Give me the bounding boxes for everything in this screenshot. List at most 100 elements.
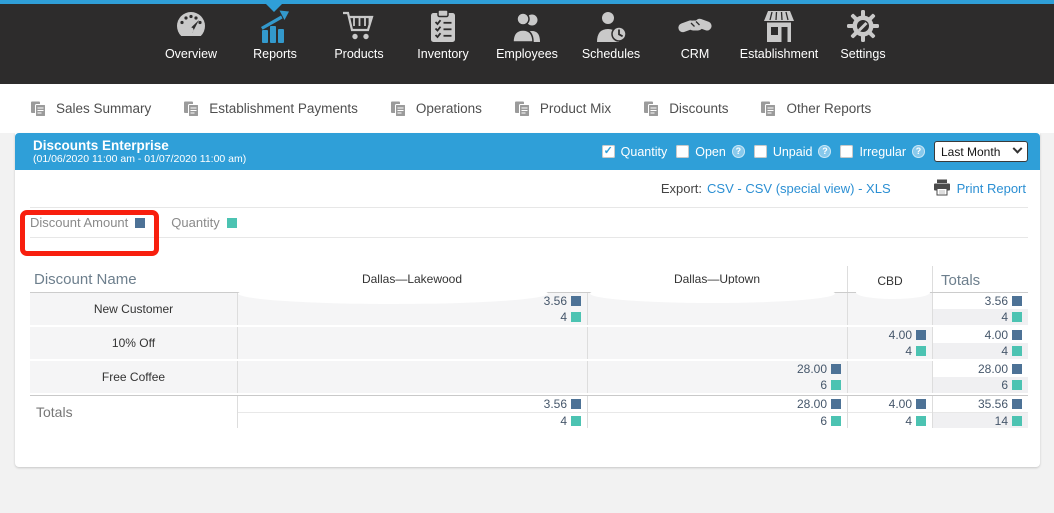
quantity-marker — [1012, 380, 1022, 390]
quantity-swatch — [226, 217, 237, 228]
cart-icon — [341, 8, 377, 44]
discount-amount-marker — [916, 330, 926, 340]
table-cell: 28.00 6 — [587, 396, 847, 428]
nav-label: Products — [334, 47, 384, 61]
gauge-icon — [174, 8, 208, 44]
row-label: Free Coffee — [30, 361, 237, 393]
unpaid-help-icon[interactable]: ? — [818, 145, 832, 158]
discount-amount-marker — [916, 399, 926, 409]
nav-label: Inventory — [417, 47, 469, 61]
period-select-value: Last Month — [941, 144, 1001, 159]
discounts-report-panel: Discounts Enterprise (01/06/2020 11:00 a… — [15, 133, 1040, 467]
legend: Discount Amount Quantity — [15, 208, 1040, 237]
nav-label: Employees — [496, 47, 558, 61]
subnav-item-other-reports[interactable]: Other Reports — [760, 101, 871, 117]
report-pages-icon — [390, 101, 407, 117]
handshake-icon — [676, 8, 714, 44]
discount-amount-marker — [1012, 364, 1022, 374]
discount-amount-marker — [1012, 330, 1022, 340]
legend-quantity[interactable]: Quantity — [171, 215, 237, 230]
subnav-item-operations[interactable]: Operations — [390, 101, 482, 117]
decorative-wave — [590, 284, 835, 303]
nav-label: Settings — [840, 47, 886, 61]
legend-discount-amount[interactable]: Discount Amount — [30, 215, 146, 230]
nav-label: Reports — [253, 47, 297, 61]
table-row: 10% Off 4.00 4 4.00 4 — [30, 327, 1028, 359]
open-checkbox-label: Open — [695, 144, 726, 159]
report-pages-icon — [30, 101, 47, 117]
quantity-marker — [831, 416, 841, 426]
nav-item-crm[interactable]: CRM — [653, 8, 737, 61]
nav-item-overview[interactable]: Overview — [149, 8, 233, 61]
nav-label: Establishment — [739, 47, 819, 61]
table-cell: 35.56 14 — [932, 396, 1028, 428]
open-help-icon[interactable]: ? — [731, 145, 745, 158]
column-header-totals: Totals — [932, 266, 1028, 292]
table-cell: 3.56 4 — [932, 293, 1028, 325]
subnav-item-sales-summary[interactable]: Sales Summary — [30, 101, 151, 117]
irregular-checkbox[interactable] — [840, 145, 854, 158]
report-title: Discounts Enterprise — [33, 138, 169, 153]
irregular-checkbox-label: Irregular — [859, 144, 906, 159]
printer-icon — [933, 179, 951, 199]
subnav-item-product-mix[interactable]: Product Mix — [514, 101, 611, 117]
table-cell — [847, 361, 932, 393]
quantity-checkbox[interactable]: ✓ — [601, 145, 615, 158]
quantity-checkbox-label: Quantity — [620, 144, 668, 159]
irregular-help-icon[interactable]: ? — [912, 145, 925, 158]
print-report-label: Print Report — [956, 181, 1026, 196]
gear-icon — [846, 8, 880, 44]
open-checkbox[interactable] — [676, 145, 690, 158]
export-xls-link[interactable]: XLS — [866, 181, 891, 196]
people-icon — [510, 8, 544, 44]
nav-item-inventory[interactable]: Inventory — [401, 8, 485, 61]
table-cell: 3.56 4 — [237, 396, 587, 428]
row-label: 10% Off — [30, 327, 237, 359]
nav-item-establishment[interactable]: Establishment — [737, 8, 821, 61]
export-bar: Export: CSV - CSV (special view) - XLS P… — [15, 170, 1040, 207]
nav-label: Schedules — [581, 47, 641, 61]
table-totals-row: Totals 3.56 4 28.00 6 4.00 4 35.56 14 — [30, 395, 1028, 428]
reports-sub-navigation: Sales Summary Establishment Payments Ope… — [0, 84, 1054, 133]
nav-label: Overview — [164, 47, 218, 61]
print-report-button[interactable]: Print Report — [933, 179, 1026, 199]
discount-amount-marker — [571, 399, 581, 409]
quantity-marker — [1012, 312, 1022, 322]
decorative-wave — [856, 286, 930, 299]
quantity-marker — [1012, 346, 1022, 356]
nav-item-products[interactable]: Products — [317, 8, 401, 61]
discount-amount-marker — [1012, 399, 1022, 409]
discount-amount-marker — [571, 296, 581, 306]
table-cell: 28.00 6 — [932, 361, 1028, 393]
divider — [30, 237, 1028, 238]
nav-item-settings[interactable]: Settings — [821, 8, 905, 61]
export-label: Export: — [660, 181, 703, 196]
nav-item-employees[interactable]: Employees — [485, 8, 569, 61]
discounts-table: Discount Name Dallas—Lakewood Dallas—Upt… — [30, 266, 1028, 428]
totals-row-label: Totals — [30, 396, 237, 428]
subnav-item-discounts[interactable]: Discounts — [643, 101, 728, 117]
export-csv-special-link[interactable]: CSV (special view) — [745, 181, 854, 196]
subnav-item-establishment-payments[interactable]: Establishment Payments — [183, 101, 358, 117]
unpaid-checkbox[interactable] — [753, 145, 767, 158]
table-cell: 4.00 4 — [847, 327, 932, 359]
period-select[interactable]: Last Month — [934, 141, 1028, 162]
discount-amount-marker — [831, 364, 841, 374]
quantity-marker — [831, 380, 841, 390]
table-cell: 28.00 6 — [587, 361, 847, 393]
nav-item-reports[interactable]: Reports — [233, 8, 317, 61]
person-clock-icon — [595, 8, 627, 44]
table-row: Free Coffee 28.00 6 28.00 6 — [30, 361, 1028, 393]
export-csv-link[interactable]: CSV — [707, 181, 734, 196]
table-cell — [587, 327, 847, 359]
quantity-marker — [1012, 416, 1022, 426]
column-header-discount-name: Discount Name — [34, 271, 137, 288]
bar-chart-arrow-icon — [258, 8, 292, 44]
storefront-icon — [762, 8, 796, 44]
discount-amount-marker — [831, 399, 841, 409]
table-cell: 3.56 4 — [237, 293, 587, 325]
quantity-marker — [571, 312, 581, 322]
quantity-marker — [571, 416, 581, 426]
nav-item-schedules[interactable]: Schedules — [569, 8, 653, 61]
report-pages-icon — [643, 101, 660, 117]
